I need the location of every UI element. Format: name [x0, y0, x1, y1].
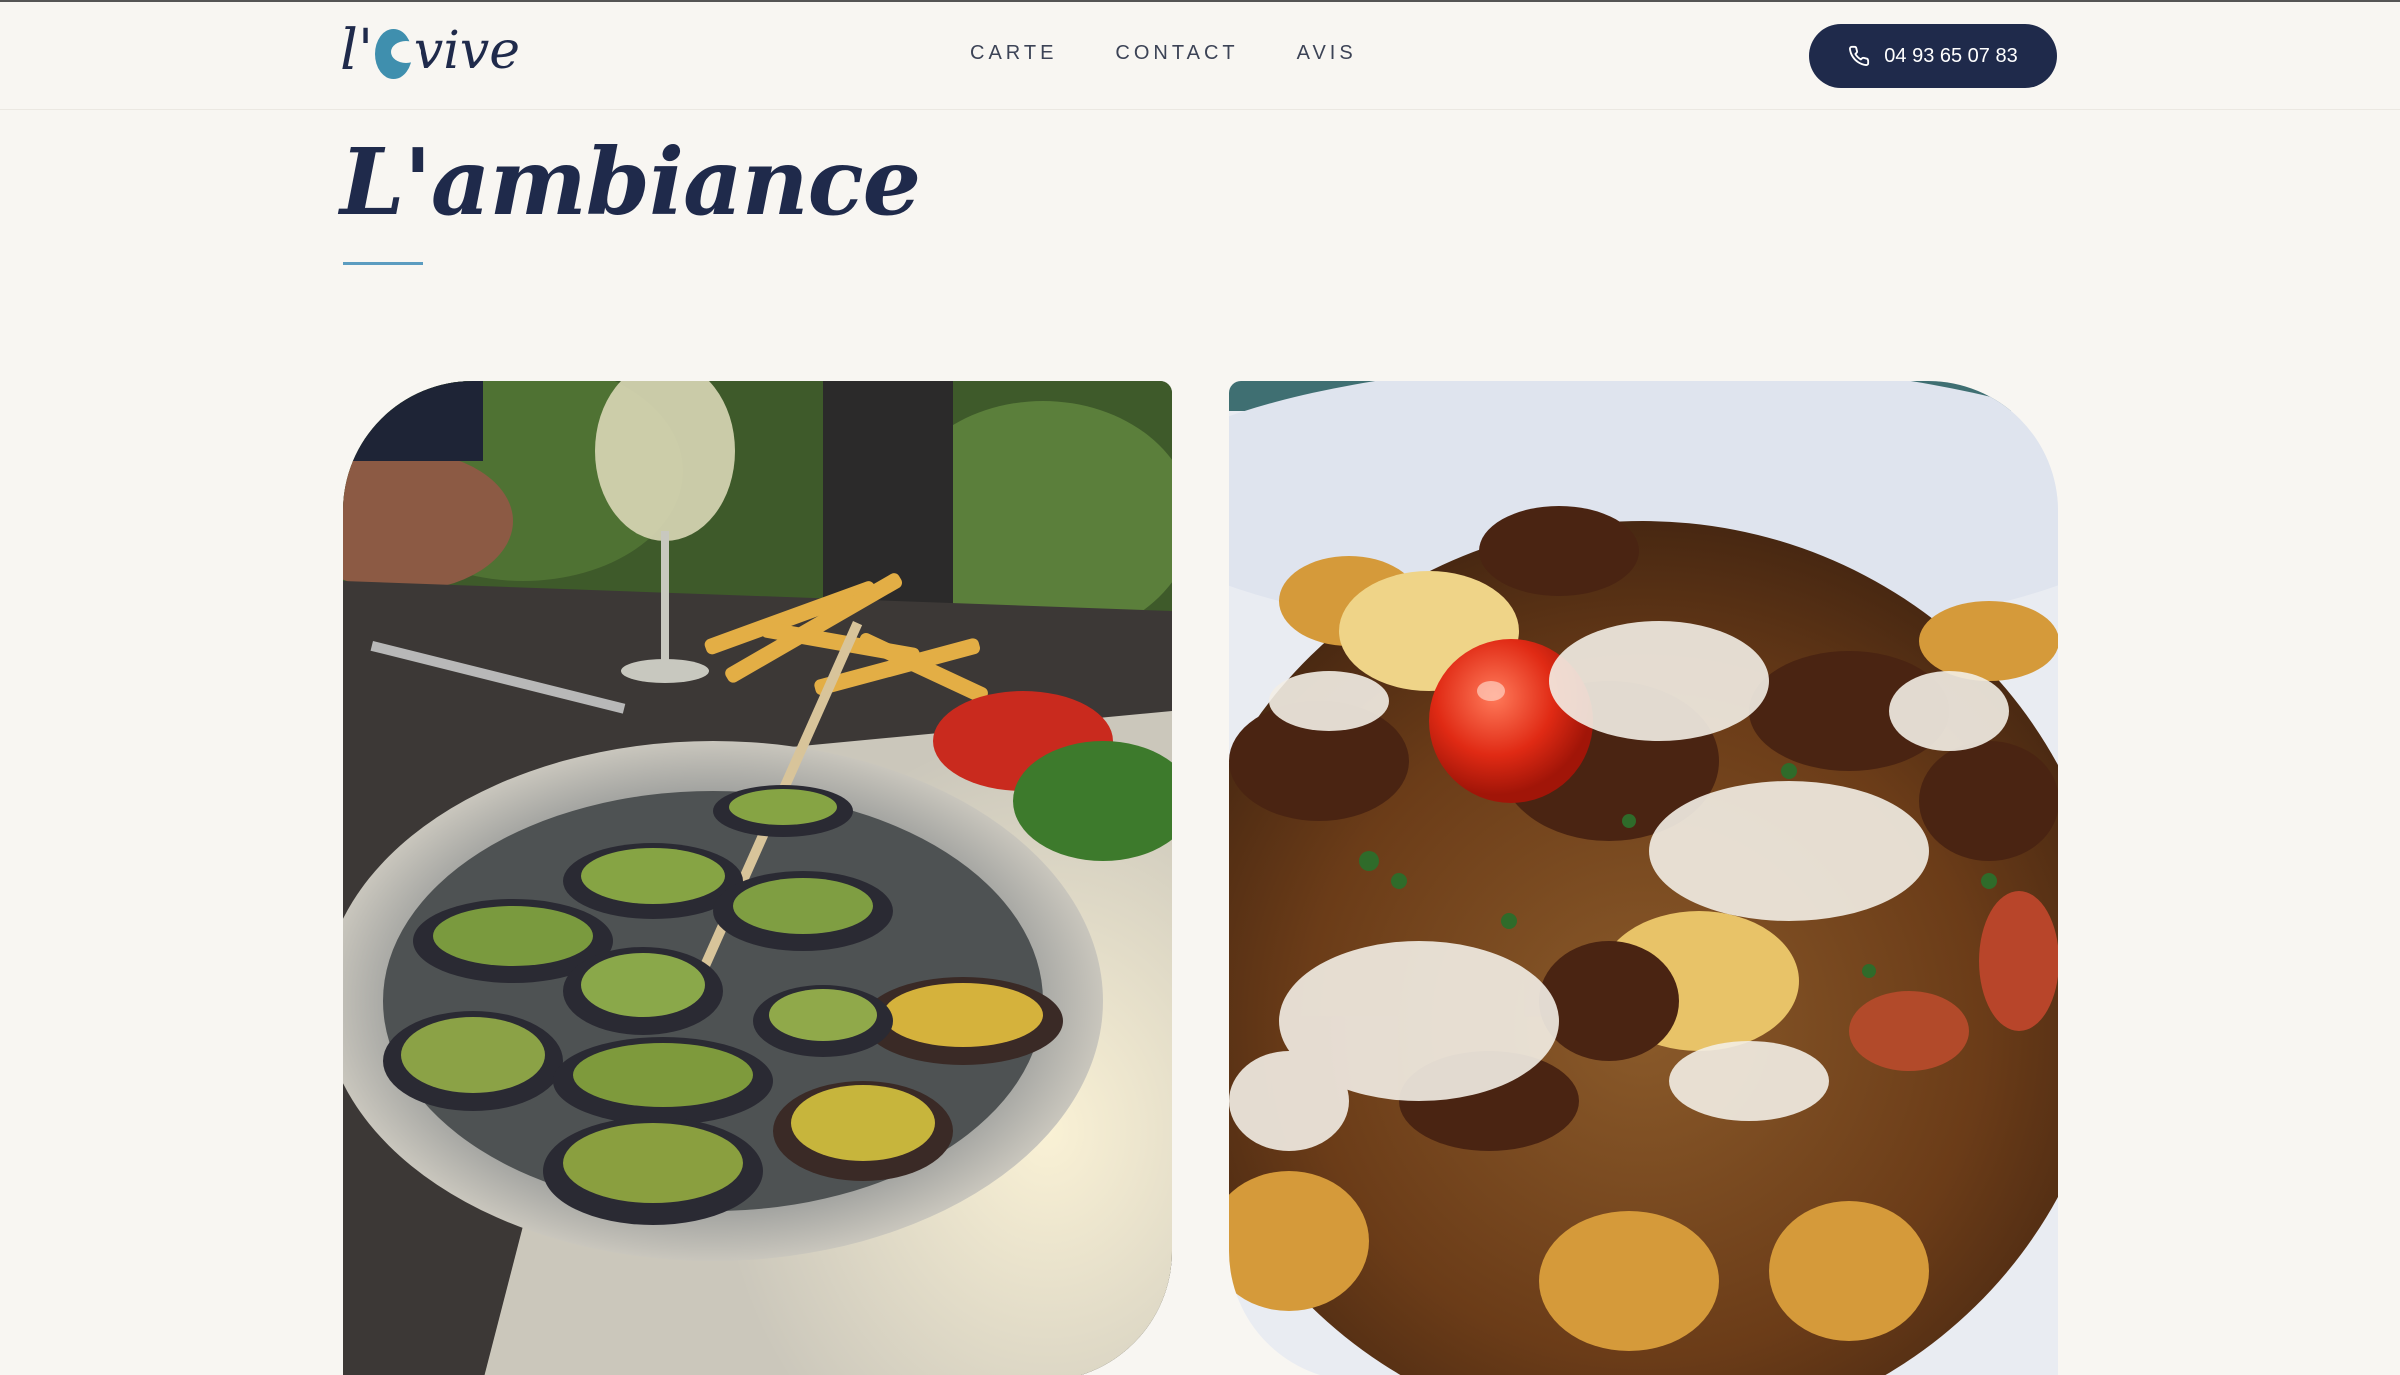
phone-button[interactable]: 04 93 65 07 83	[1809, 24, 2057, 88]
phone-icon	[1849, 45, 1870, 66]
main-nav: CARTE CONTACT AVIS	[970, 42, 1357, 65]
section-title: L'ambiance	[340, 128, 921, 236]
ambiance-photo-stew	[1229, 381, 2058, 1375]
site-header: l' vive CARTE CONTACT AVIS 04 93 65 07 8…	[0, 2, 2400, 110]
nav-contact[interactable]: CONTACT	[1115, 42, 1238, 65]
title-underline	[343, 262, 423, 265]
nav-carte[interactable]: CARTE	[970, 42, 1057, 65]
phone-number: 04 93 65 07 83	[1884, 44, 2018, 67]
site-logo[interactable]: l' vive	[340, 16, 520, 86]
wave-logo-icon	[375, 29, 421, 79]
ambiance-photo-mussels	[343, 381, 1172, 1375]
nav-avis[interactable]: AVIS	[1297, 42, 1357, 65]
